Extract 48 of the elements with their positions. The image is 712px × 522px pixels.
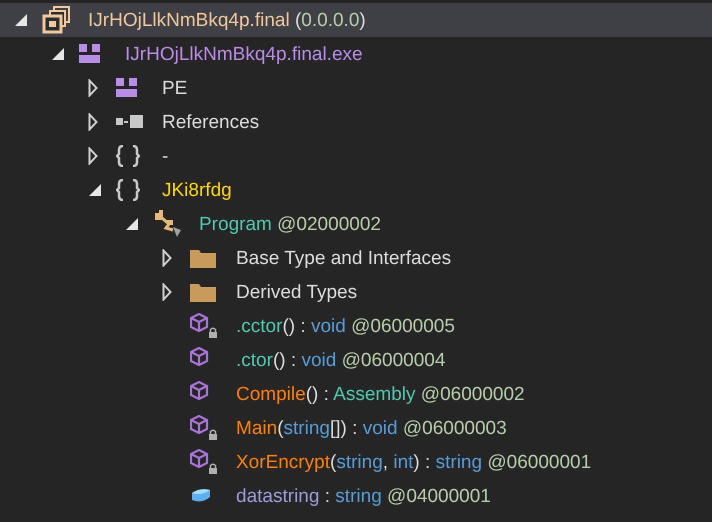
tree-row[interactable]: .ctor() : void @06000004	[0, 343, 712, 377]
braces-icon	[116, 179, 140, 201]
class-icon	[153, 210, 183, 238]
references-icon	[116, 115, 144, 129]
tree-row[interactable]: Compile() : Assembly @06000002	[0, 377, 712, 411]
tree-row[interactable]: Program @02000002	[0, 207, 712, 241]
node-label: -	[162, 146, 168, 166]
node-label: IJrHOjLlkNmBkq4p.final (0.0.0.0)	[88, 10, 366, 30]
module-icon	[116, 78, 138, 98]
node-label: Main(string[]) : void @06000003	[236, 418, 507, 438]
tree-row[interactable]: IJrHOjLlkNmBkq4p.final.exe	[0, 37, 712, 71]
tree-row[interactable]: datastring : string @04000001	[0, 479, 712, 513]
tree-row[interactable]: IJrHOjLlkNmBkq4p.final (0.0.0.0)	[0, 3, 712, 37]
assembly-icon	[42, 6, 72, 34]
node-label: XorEncrypt(string, int) : string @06000001	[236, 452, 592, 472]
node-label: Base Type and Interfaces	[236, 248, 452, 268]
node-label: Derived Types	[236, 282, 358, 302]
node-label: .cctor() : void @06000005	[236, 316, 455, 336]
tree-row[interactable]: PE	[0, 71, 712, 105]
folder-icon	[190, 248, 216, 268]
node-label: datastring : string @04000001	[236, 486, 491, 506]
collapsed-arrow-icon[interactable]	[162, 249, 172, 267]
collapsed-arrow-icon[interactable]	[88, 79, 98, 97]
node-label: .ctor() : void @06000004	[236, 350, 446, 370]
expanded-arrow-icon[interactable]	[125, 217, 139, 231]
collapsed-arrow-icon[interactable]	[88, 147, 98, 165]
module-icon	[79, 44, 101, 64]
node-label: IJrHOjLlkNmBkq4p.final.exe	[125, 44, 363, 64]
tree-row[interactable]: -	[0, 139, 712, 173]
braces-icon	[116, 145, 140, 167]
tree-row[interactable]: Main(string[]) : void @06000003	[0, 411, 712, 445]
tree-row[interactable]: References	[0, 105, 712, 139]
tree-row[interactable]: Base Type and Interfaces	[0, 241, 712, 275]
node-label: Program @02000002	[199, 214, 381, 234]
expanded-arrow-icon[interactable]	[14, 13, 28, 27]
node-label: JKi8rfdg	[162, 180, 232, 200]
node-label: References	[162, 112, 260, 132]
collapsed-arrow-icon[interactable]	[88, 113, 98, 131]
tree-row[interactable]: XorEncrypt(string, int) : string @06000001	[0, 445, 712, 479]
tree-row[interactable]: Derived Types	[0, 275, 712, 309]
node-label: Compile() : Assembly @06000002	[236, 384, 525, 404]
expanded-arrow-icon[interactable]	[51, 47, 65, 61]
expanded-arrow-icon[interactable]	[88, 183, 102, 197]
collapsed-arrow-icon[interactable]	[162, 283, 172, 301]
node-label: PE	[162, 78, 188, 98]
tree-row[interactable]: .cctor() : void @06000005	[0, 309, 712, 343]
tree-row[interactable]: JKi8rfdg	[0, 173, 712, 207]
folder-icon	[190, 282, 216, 302]
